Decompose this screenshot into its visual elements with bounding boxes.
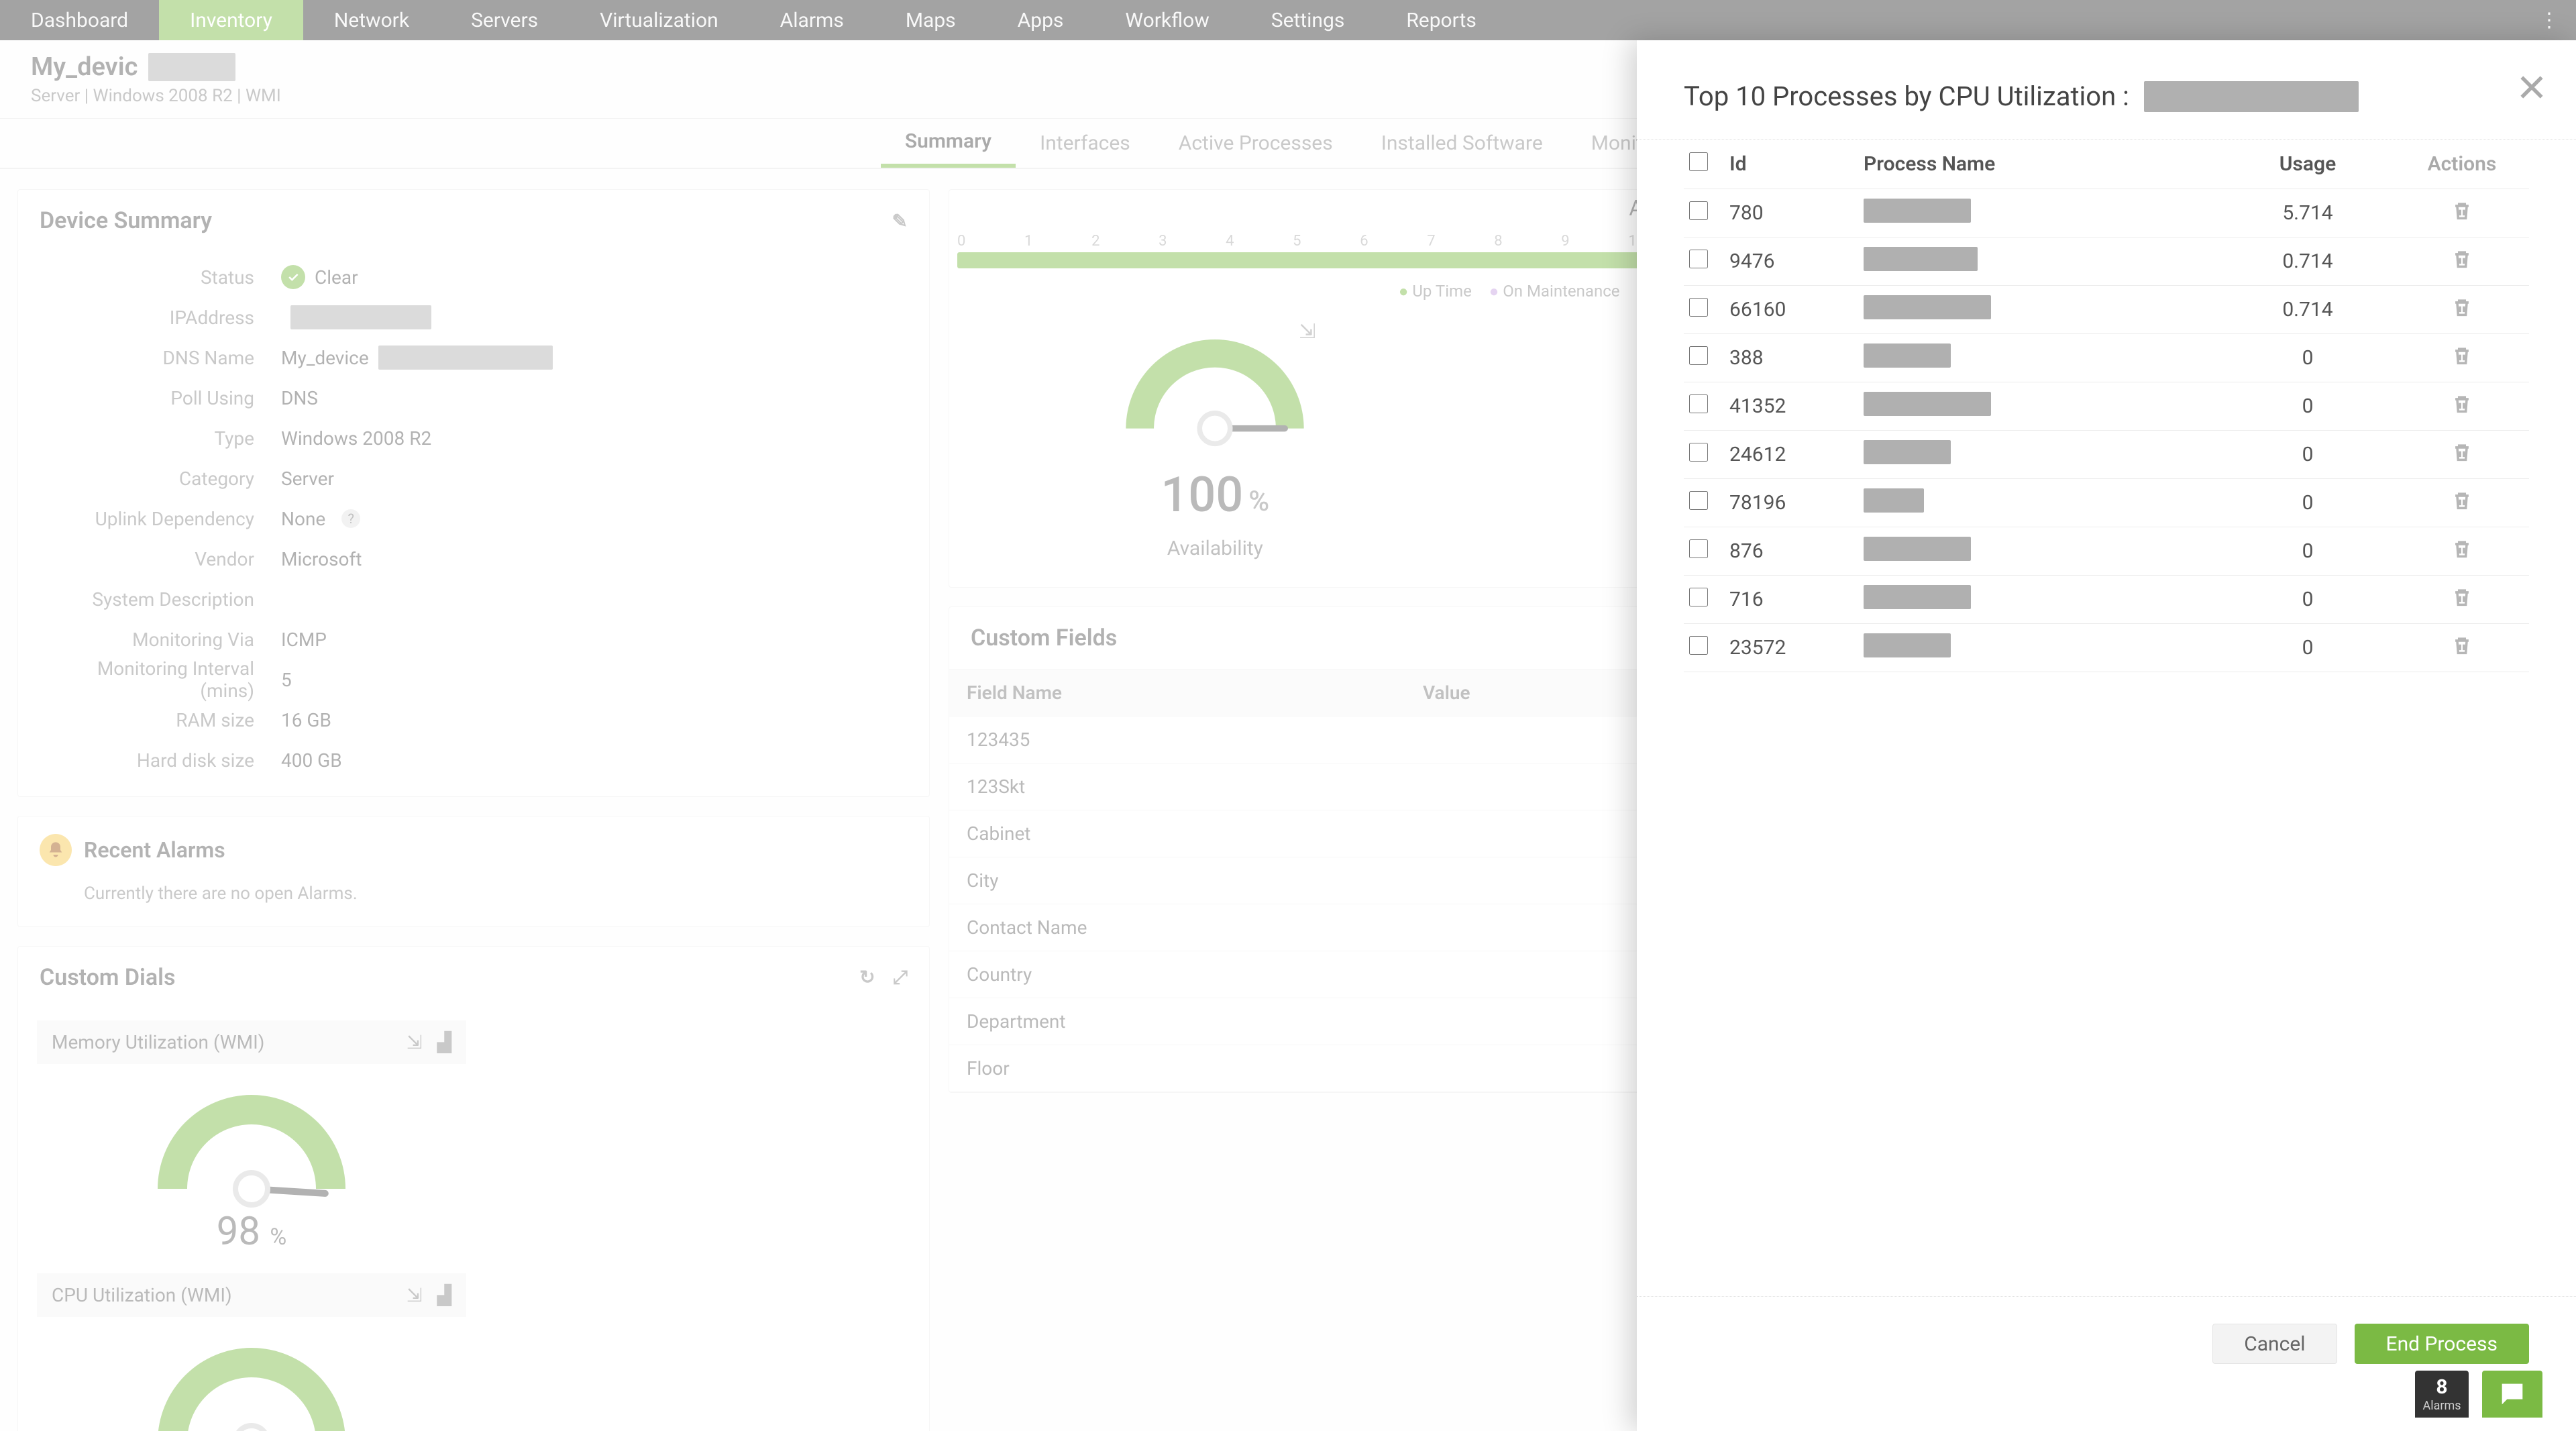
- process-name-redacted: [1864, 295, 1991, 319]
- process-id: 876: [1724, 539, 1858, 563]
- process-name-redacted: [1864, 199, 1971, 223]
- process-usage: 5.714: [2220, 201, 2395, 225]
- trash-icon[interactable]: [2451, 296, 2473, 319]
- process-usage: 0.714: [2220, 250, 2395, 273]
- process-name-redacted: [1864, 488, 1924, 513]
- col-process-name: Process Name: [1858, 152, 2220, 176]
- process-id: 716: [1724, 588, 1858, 611]
- col-actions: Actions: [2395, 152, 2529, 176]
- process-row-checkbox[interactable]: [1689, 394, 1708, 413]
- process-row: 66160 0.714: [1684, 286, 2529, 334]
- trash-icon[interactable]: [2451, 248, 2473, 270]
- process-row: 780 5.714: [1684, 189, 2529, 237]
- process-id: 24612: [1724, 443, 1858, 466]
- col-usage: Usage: [2220, 152, 2395, 176]
- process-name-redacted: [1864, 537, 1971, 561]
- trash-icon[interactable]: [2451, 344, 2473, 367]
- alarms-count: 8: [2436, 1375, 2447, 1399]
- select-all-checkbox[interactable]: [1689, 152, 1708, 171]
- process-row-checkbox[interactable]: [1689, 250, 1708, 268]
- dialog-title-redacted: [2144, 81, 2359, 112]
- end-process-button[interactable]: End Process: [2355, 1324, 2529, 1364]
- alarms-label: Alarms: [2422, 1399, 2461, 1413]
- process-id: 41352: [1724, 394, 1858, 418]
- process-usage: 0: [2220, 394, 2395, 418]
- trash-icon[interactable]: [2451, 537, 2473, 560]
- process-row: 9476 0.714: [1684, 237, 2529, 286]
- process-row-checkbox[interactable]: [1689, 346, 1708, 365]
- process-usage: 0: [2220, 588, 2395, 611]
- process-usage: 0: [2220, 346, 2395, 370]
- chat-float[interactable]: [2482, 1371, 2542, 1418]
- process-row-checkbox[interactable]: [1689, 636, 1708, 655]
- process-row-checkbox[interactable]: [1689, 588, 1708, 606]
- process-row: 388 0: [1684, 334, 2529, 382]
- process-row: 24612 0: [1684, 431, 2529, 479]
- process-row-checkbox[interactable]: [1689, 201, 1708, 220]
- process-row: 23572 0: [1684, 624, 2529, 672]
- trash-icon[interactable]: [2451, 634, 2473, 657]
- top-processes-dialog: Top 10 Processes by CPU Utilization : Id…: [1637, 40, 2576, 1431]
- process-id: 780: [1724, 201, 1858, 225]
- process-name-redacted: [1864, 585, 1971, 609]
- process-row: 78196 0: [1684, 479, 2529, 527]
- process-name-redacted: [1864, 392, 1991, 416]
- process-row-checkbox[interactable]: [1689, 539, 1708, 558]
- process-usage: 0: [2220, 539, 2395, 563]
- trash-icon[interactable]: [2451, 489, 2473, 512]
- trash-icon[interactable]: [2451, 392, 2473, 415]
- process-id: 388: [1724, 346, 1858, 370]
- trash-icon[interactable]: [2451, 586, 2473, 608]
- trash-icon[interactable]: [2451, 441, 2473, 464]
- process-name-redacted: [1864, 343, 1951, 368]
- process-id: 23572: [1724, 636, 1858, 659]
- trash-icon[interactable]: [2451, 199, 2473, 222]
- process-table-header: Id Process Name Usage Actions: [1684, 140, 2529, 189]
- alarms-float[interactable]: 8 Alarms: [2415, 1371, 2469, 1418]
- process-name-redacted: [1864, 247, 1978, 271]
- process-row-checkbox[interactable]: [1689, 443, 1708, 462]
- process-row: 876 0: [1684, 527, 2529, 576]
- process-id: 78196: [1724, 491, 1858, 515]
- process-row-checkbox[interactable]: [1689, 491, 1708, 510]
- process-id: 66160: [1724, 298, 1858, 321]
- process-row: 41352 0: [1684, 382, 2529, 431]
- process-usage: 0: [2220, 443, 2395, 466]
- dialog-title: Top 10 Processes by CPU Utilization :: [1684, 81, 2129, 112]
- process-usage: 0: [2220, 636, 2395, 659]
- process-usage: 0.714: [2220, 298, 2395, 321]
- close-icon[interactable]: [2512, 67, 2552, 107]
- col-id: Id: [1724, 152, 1858, 176]
- process-row-checkbox[interactable]: [1689, 298, 1708, 317]
- process-row: 716 0: [1684, 576, 2529, 624]
- process-name-redacted: [1864, 633, 1951, 657]
- process-usage: 0: [2220, 491, 2395, 515]
- process-name-redacted: [1864, 440, 1951, 464]
- process-id: 9476: [1724, 250, 1858, 273]
- cancel-button[interactable]: Cancel: [2212, 1324, 2337, 1364]
